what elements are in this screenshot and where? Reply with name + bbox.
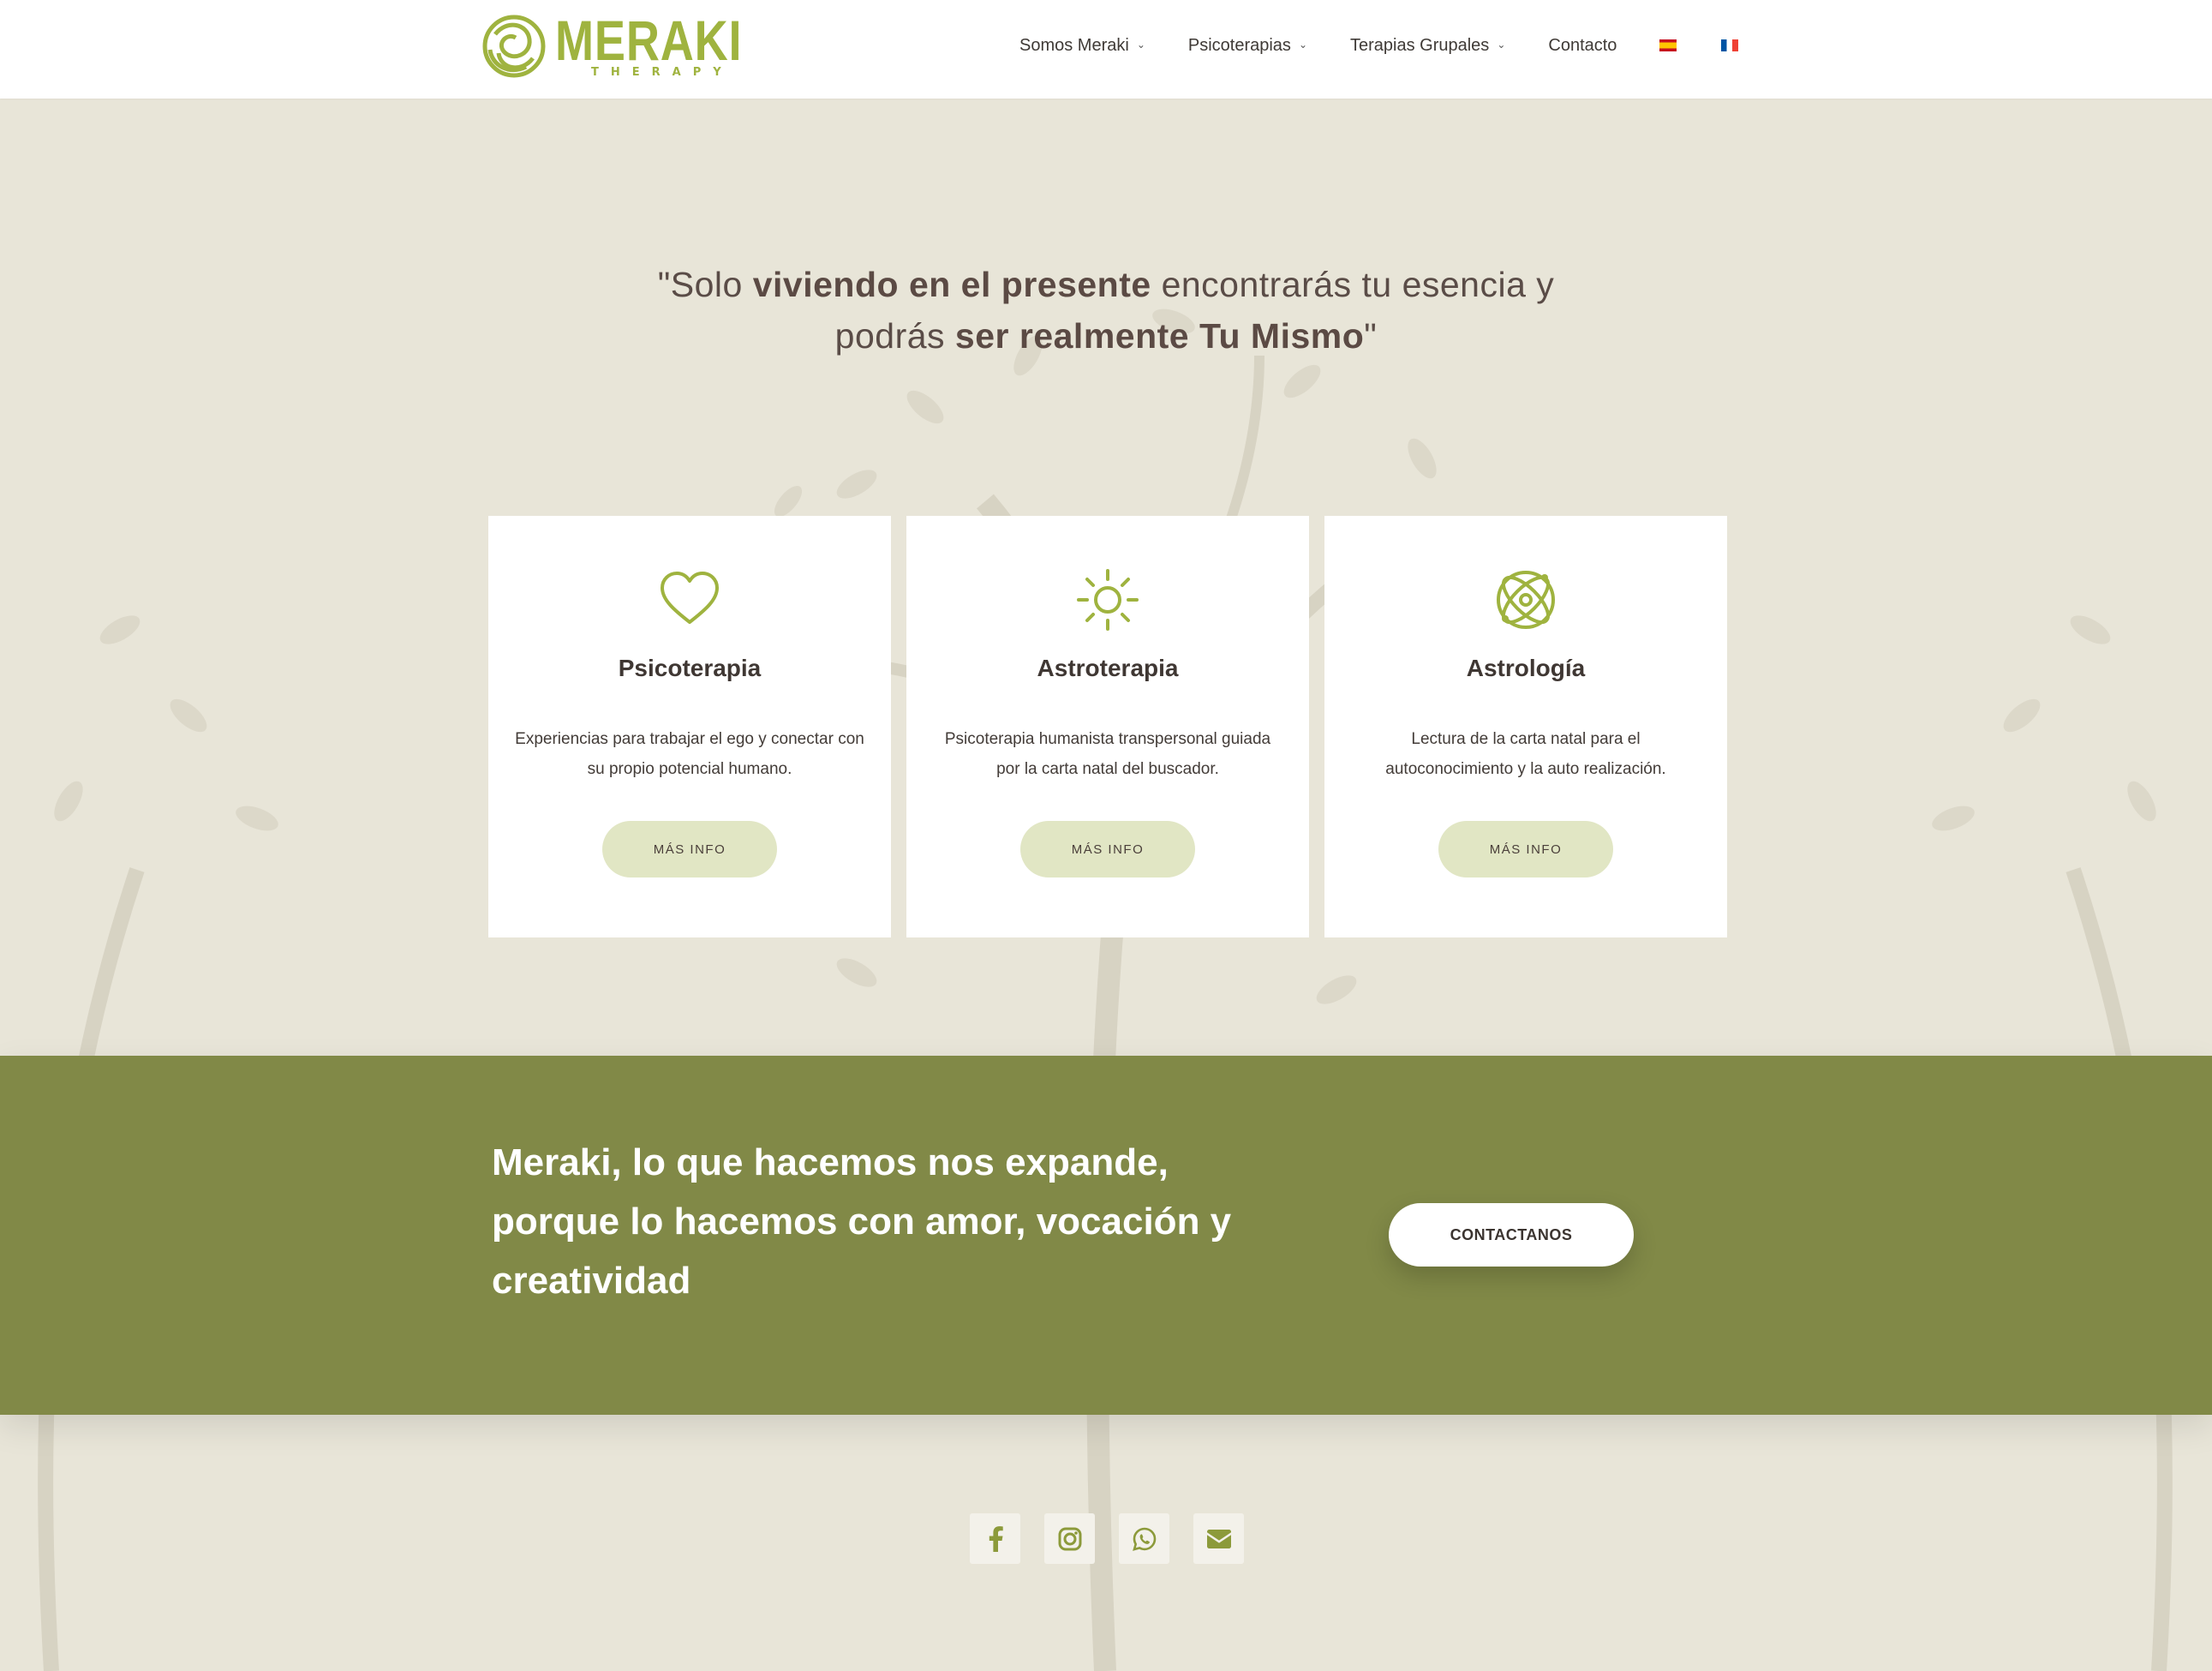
hero-quote: "Solo viviendo en el presente encontrará… bbox=[651, 259, 1561, 362]
logo[interactable]: MERAKI THERAPY bbox=[478, 10, 742, 84]
quote-emphasis: ser realmente Tu Mismo bbox=[954, 316, 1365, 356]
atom-icon bbox=[1497, 571, 1555, 629]
flag-es-icon[interactable] bbox=[1659, 39, 1677, 51]
service-card-astroterapia: Astroterapia Psicoterapia humanista tran… bbox=[906, 516, 1309, 937]
chevron-down-icon: ⌄ bbox=[1497, 38, 1506, 51]
nav-item-psicoterapias[interactable]: Psicoterapias ⌄ bbox=[1188, 36, 1307, 56]
main-nav: Somos Meraki ⌄ Psicoterapias ⌄ Terapias … bbox=[1019, 0, 1739, 91]
instagram-icon[interactable] bbox=[1044, 1513, 1095, 1564]
quote-text: " bbox=[1364, 316, 1378, 356]
services-cards: Psicoterapia Experiencias para trabajar … bbox=[488, 516, 1727, 937]
chevron-down-icon: ⌄ bbox=[1298, 38, 1307, 51]
more-info-button[interactable]: MÁS INFO bbox=[602, 821, 777, 877]
logo-subtitle: THERAPY bbox=[591, 66, 733, 79]
card-description: Experiencias para trabajar el ego y cone… bbox=[515, 730, 864, 778]
card-description: Psicoterapia humanista transpersonal gui… bbox=[944, 730, 1271, 778]
cta-band: Meraki, lo que hacemos nos expande, porq… bbox=[0, 1056, 2212, 1415]
service-card-psicoterapia: Psicoterapia Experiencias para trabajar … bbox=[488, 516, 891, 937]
nav-item-label: Terapias Grupales bbox=[1350, 35, 1490, 55]
quote-text: "Solo bbox=[657, 265, 753, 304]
cta-text: Meraki, lo que hacemos nos expande, porq… bbox=[492, 1141, 1232, 1302]
more-info-button[interactable]: MÁS INFO bbox=[1438, 821, 1613, 877]
site-header: MERAKI THERAPY Somos Meraki ⌄ Psicoterap… bbox=[0, 0, 2212, 99]
nav-item-terapias-grupales[interactable]: Terapias Grupales ⌄ bbox=[1350, 36, 1505, 56]
chevron-down-icon: ⌄ bbox=[1136, 38, 1145, 51]
service-card-astrologia: Astrología Lectura de la carta natal par… bbox=[1324, 516, 1727, 937]
card-title: Astroterapia bbox=[1037, 655, 1179, 681]
heart-icon bbox=[661, 572, 719, 624]
logo-mark-icon bbox=[482, 15, 546, 78]
card-title: Astrología bbox=[1466, 655, 1586, 681]
card-title: Psicoterapia bbox=[618, 655, 762, 681]
sun-icon bbox=[1077, 569, 1139, 631]
more-info-button[interactable]: MÁS INFO bbox=[1020, 821, 1195, 877]
nav-item-label: Somos Meraki bbox=[1019, 35, 1129, 55]
logo-wordmark: MERAKI bbox=[555, 9, 743, 72]
whatsapp-icon[interactable] bbox=[1119, 1513, 1169, 1564]
nav-item-somos-meraki[interactable]: Somos Meraki ⌄ bbox=[1019, 36, 1145, 56]
social-links bbox=[970, 1513, 1244, 1564]
contact-button[interactable]: CONTACTANOS bbox=[1389, 1203, 1634, 1267]
envelope-icon[interactable] bbox=[1193, 1513, 1244, 1564]
card-description: Lectura de la carta natal para el autoco… bbox=[1385, 730, 1666, 778]
nav-item-contacto[interactable]: Contacto bbox=[1548, 36, 1617, 56]
flag-fr-icon[interactable] bbox=[1721, 39, 1739, 51]
facebook-icon[interactable] bbox=[970, 1513, 1020, 1564]
quote-emphasis: viviendo en el presente bbox=[752, 265, 1151, 304]
nav-item-label: Psicoterapias bbox=[1187, 35, 1291, 55]
nav-item-label: Contacto bbox=[1548, 35, 1617, 55]
